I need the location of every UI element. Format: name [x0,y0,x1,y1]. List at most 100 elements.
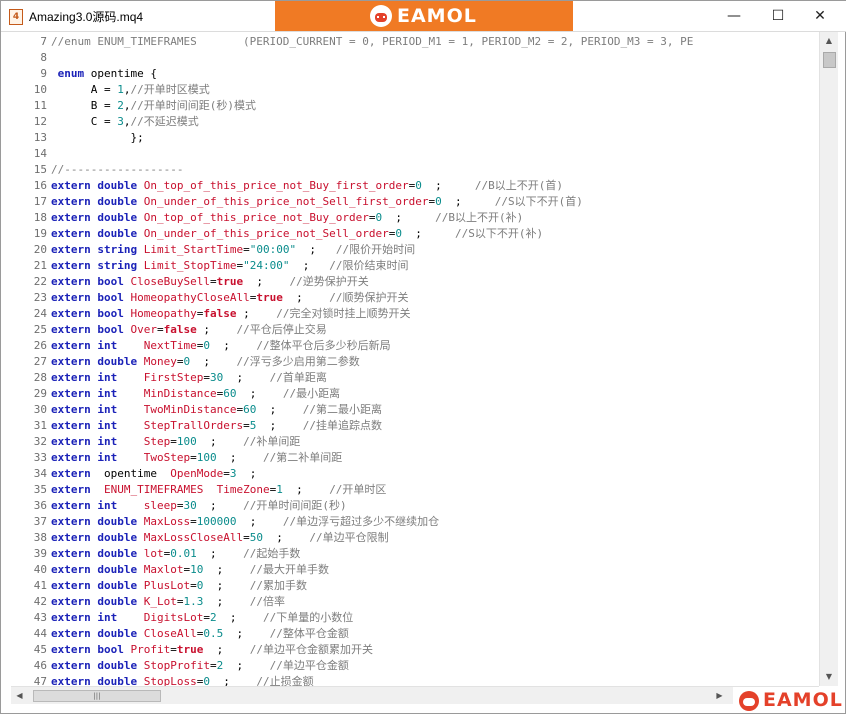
code-token: ; [190,355,237,368]
code-line[interactable]: 46 extern double StopProfit=2 ; //单边平仓金额 [11,658,819,674]
code-text: extern double On_under_of_this_price_not… [51,226,543,242]
code-token: int [97,339,118,352]
code-line[interactable]: 40 extern double Maxlot=10 ; //最大开单手数 [11,562,819,578]
code-line[interactable]: 35 extern ENUM_TIMEFRAMES TimeZone=1 ; //… [11,482,819,498]
code-line[interactable]: 24 extern bool Homeopathy=false ; //完全对锁时… [11,306,819,322]
code-line[interactable]: 25 extern bool Over=false ; //平仓后停止交易 [11,322,819,338]
code-token: //止损金额 [256,675,314,686]
scroll-right-icon[interactable]: ▶ [711,687,728,704]
editor-window: 4 Amazing3.0源码.mq4 EAMOL — ☐ ✕ 7 //enum E… [0,0,846,714]
code-line[interactable]: 21 extern string Limit_StopTime="24:00" ;… [11,258,819,274]
code-token: 30 [209,371,224,384]
code-line[interactable]: 41 extern double PlusLot=0 ; //累加手数 [11,578,819,594]
code-line[interactable]: 27 extern double Money=0 ; //浮亏多少启用第二参数 [11,354,819,370]
code-token: On_under_of_this_price_not_Sell_order [143,227,389,240]
code-token: sleep [143,499,177,512]
code-line[interactable]: 20 extern string Limit_StartTime="00:00" … [11,242,819,258]
line-number: 37 [33,515,47,528]
code-line[interactable]: 9 enum opentime { [11,66,819,82]
horizontal-scrollbar[interactable]: ◀ ||| ▶ [11,686,819,704]
horizontal-scroll-thumb[interactable]: ||| [33,690,161,702]
code-token: //enum ENUM_TIMEFRAMES (PERIOD_CURRENT =… [51,35,694,48]
code-line[interactable]: 38 extern double MaxLossCloseAll=50 ; //单… [11,530,819,546]
code-line[interactable]: 45 extern bool Profit=true ; //单边平仓金额累加开关 [11,642,819,658]
code-line[interactable]: 15 //------------------ [11,162,819,178]
code-line[interactable]: 29 extern int MinDistance=60 ; //最小距离 [11,386,819,402]
code-token: //完全对锁时挂上顺势开关 [276,307,411,320]
code-token: StopProfit [143,659,210,672]
code-token: K_Lot [143,595,177,608]
code-line[interactable]: 17 extern double On_under_of_this_price_n… [11,194,819,210]
code-line[interactable]: 10 A = 1,//开单时区模式 [11,82,819,98]
code-token: //S以下不开(首) [494,195,583,208]
code-line[interactable]: 22 extern bool CloseBuySell=true ; //逆势保护… [11,274,819,290]
code-text: extern double StopLoss=0 ; //止损金额 [51,674,314,686]
code-line[interactable]: 36 extern int sleep=30 ; //开单时间间距(秒) [11,498,819,514]
code-text: extern double K_Lot=1.3 ; //倍率 [51,594,285,610]
code-token: //顺势保护开关 [329,291,409,304]
line-number: 28 [33,371,47,384]
maximize-button[interactable]: ☐ [763,5,793,27]
scroll-down-icon[interactable]: ▼ [820,668,838,685]
close-button[interactable]: ✕ [805,5,835,27]
code-line[interactable]: 11 B = 2,//开单时间间距(秒)模式 [11,98,819,114]
code-token: extern [51,211,91,224]
code-token: NextTime [143,339,197,352]
code-line[interactable]: 12 C = 3,//不延迟模式 [11,114,819,130]
code-token: = [190,515,197,528]
code-text: extern double Money=0 ; //浮亏多少启用第二参数 [51,354,360,370]
code-token: Profit [130,643,171,656]
code-token: PlusLot [143,579,191,592]
code-token: true [216,275,244,288]
minimize-button[interactable]: — [719,5,749,27]
code-line[interactable]: 7 //enum ENUM_TIMEFRAMES (PERIOD_CURRENT … [11,34,819,50]
code-text: extern int TwoMinDistance=60 ; //第二最小距离 [51,402,382,418]
code-token: double [97,515,138,528]
code-line[interactable]: 47 extern double StopLoss=0 ; //止损金额 [11,674,819,686]
code-line[interactable]: 8 [11,50,819,66]
code-token: }; [51,131,144,144]
code-token: 100000 [196,515,237,528]
code-token: //不延迟模式 [130,115,199,128]
code-token: = [223,467,230,480]
code-line[interactable]: 43 extern int DigitsLot=2 ; //下单量的小数位 [11,610,819,626]
code-line[interactable]: 13 }; [11,130,819,146]
code-line[interactable]: 31 extern int StepTrallOrders=5 ; //挂单追踪点… [11,418,819,434]
code-token: extern [51,531,91,544]
code-token: ; [296,243,336,256]
vertical-scroll-thumb[interactable] [823,52,836,68]
code-line[interactable]: 26 extern int NextTime=0 ; //整体平仓后多少秒后新局 [11,338,819,354]
code-line[interactable]: 37 extern double MaxLoss=100000 ; //单边浮亏超… [11,514,819,530]
code-line[interactable]: 16 extern double On_top_of_this_price_not… [11,178,819,194]
code-line[interactable]: 18 extern double On_top_of_this_price_not… [11,210,819,226]
code-text: extern int NextTime=0 ; //整体平仓后多少秒后新局 [51,338,391,354]
code-token: double [97,659,138,672]
code-line[interactable]: 32 extern int Step=100 ; //补单间距 [11,434,819,450]
code-line[interactable]: 34 extern opentime OpenMode=3 ; [11,466,819,482]
code-line[interactable]: 28 extern int FirstStep=30 ; //首单距离 [11,370,819,386]
scroll-left-icon[interactable]: ◀ [11,687,28,704]
vertical-scrollbar[interactable]: ▲ ▼ [819,32,838,686]
code-line[interactable]: 14 [11,146,819,162]
code-token: ; [203,579,250,592]
code-line[interactable]: 44 extern double CloseAll=0.5 ; //整体平仓金额 [11,626,819,642]
code-line[interactable]: 19 extern double On_under_of_this_price_n… [11,226,819,242]
line-number: 38 [33,531,47,544]
code-token: bool [97,291,124,304]
code-text: //enum ENUM_TIMEFRAMES (PERIOD_CURRENT =… [51,34,693,50]
scroll-up-icon[interactable]: ▲ [820,32,838,49]
code-line[interactable]: 42 extern double K_Lot=1.3 ; //倍率 [11,594,819,610]
code-token: ; [282,483,330,496]
code-editor[interactable]: 7 //enum ENUM_TIMEFRAMES (PERIOD_CURRENT … [11,32,819,686]
code-line[interactable]: 30 extern int TwoMinDistance=60 ; //第二最小距… [11,402,819,418]
code-line[interactable]: 33 extern int TwoStep=100 ; //第二补单间距 [11,450,819,466]
code-line[interactable]: 23 extern bool HomeopathyCloseAll=true ; … [11,290,819,306]
code-token: int [97,403,118,416]
code-token: StopLoss [143,675,197,686]
title-bar[interactable]: 4 Amazing3.0源码.mq4 EAMOL — ☐ ✕ [1,1,846,32]
code-line[interactable]: 39 extern double lot=0.01 ; //起始手数 [11,546,819,562]
code-token: = [157,323,164,336]
